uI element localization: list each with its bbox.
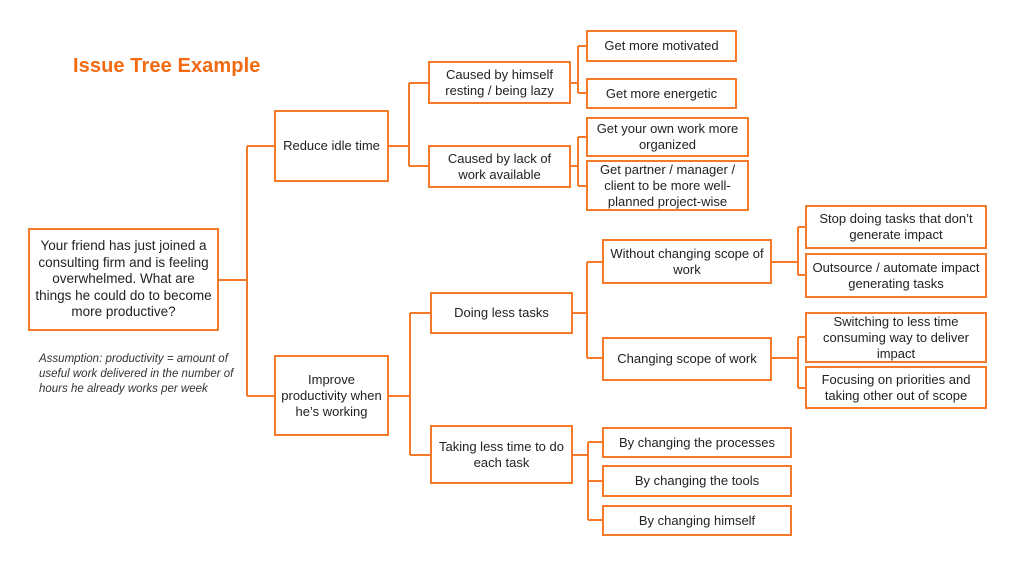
node-taking-less-time: Taking less time to do each task [430,425,573,484]
node-focusing-on-priorities: Focusing on priorities and taking other … [805,366,987,409]
node-reduce-idle-time: Reduce idle time [274,110,389,182]
node-changing-processes: By changing the processes [602,427,792,458]
node-changing-himself: By changing himself [602,505,792,536]
node-caused-by-himself: Caused by himself resting / being lazy [428,61,571,104]
node-switching-less-time: Switching to less time consuming way to … [805,312,987,363]
root-question-box: Your friend has just joined a consulting… [28,228,219,331]
node-caused-by-lack-of-work: Caused by lack of work available [428,145,571,188]
node-doing-less-tasks: Doing less tasks [430,292,573,334]
node-get-more-motivated: Get more motivated [586,30,737,62]
node-without-changing-scope: Without changing scope of work [602,239,772,284]
assumption-note: Assumption: productivity = amount of use… [39,353,234,395]
node-get-partner-well-planned: Get partner / manager / client to be mor… [586,160,749,211]
node-changing-scope: Changing scope of work [602,337,772,381]
node-get-work-organized: Get your own work more organized [586,117,749,157]
node-stop-doing-tasks: Stop doing tasks that don’t generate imp… [805,205,987,249]
node-get-more-energetic: Get more energetic [586,78,737,109]
node-improve-productivity: Improve productivity when he’s working [274,355,389,436]
node-changing-tools: By changing the tools [602,465,792,497]
node-outsource-automate: Outsource / automate impact generating t… [805,253,987,298]
